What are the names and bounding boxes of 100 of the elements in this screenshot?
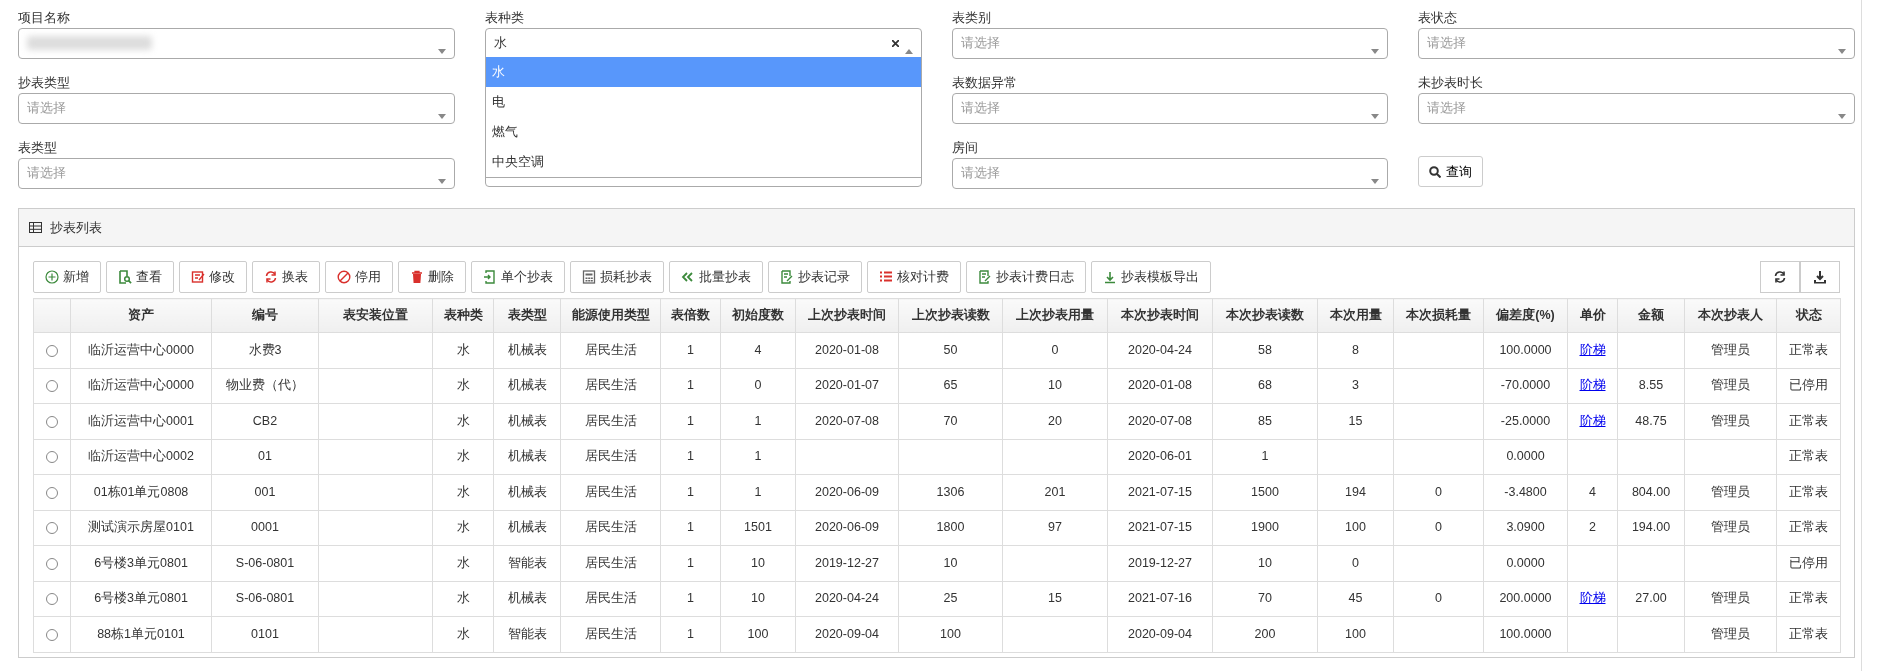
table-cell: -3.4800 — [1483, 474, 1568, 510]
radio-button[interactable] — [46, 486, 58, 499]
refresh-icon — [264, 270, 278, 284]
table-cell: 100 — [720, 616, 796, 652]
column-header: 资产 — [70, 298, 212, 333]
radio-button[interactable] — [46, 593, 58, 606]
table-cell: 1 — [660, 616, 721, 652]
toolbar-button[interactable]: 抄表计费日志 — [966, 261, 1086, 293]
dropdown-option[interactable]: 电 — [485, 87, 921, 117]
refresh-button[interactable] — [1760, 261, 1800, 293]
column-header: 上次抄表用量 — [1002, 298, 1108, 333]
table-cell: 2020-09-04 — [1107, 616, 1213, 652]
toolbar-button[interactable]: 换表 — [252, 261, 320, 293]
table-cell: 25 — [898, 581, 1003, 617]
radio-button[interactable] — [46, 522, 58, 535]
table-cell: 8 — [1317, 332, 1394, 368]
table-cell: 100.0000 — [1483, 616, 1568, 652]
table-cell: 0 — [1393, 474, 1484, 510]
table-cell: 100 — [898, 616, 1003, 652]
table-cell: 15 — [1317, 403, 1394, 439]
table-cell: 正常表 — [1776, 403, 1841, 439]
table-cell: 194 — [1317, 474, 1394, 510]
table-cell: 1306 — [898, 474, 1003, 510]
table-cell: 50 — [898, 332, 1003, 368]
table-cell: 1500 — [1212, 474, 1318, 510]
radio-button[interactable] — [46, 415, 58, 428]
field-label: 房间 — [951, 139, 978, 157]
table-cell: 804.00 — [1617, 474, 1685, 510]
toolbar-button[interactable]: 新增 — [33, 261, 101, 293]
table-cell: 机械表 — [493, 581, 561, 617]
download-icon — [1103, 270, 1117, 284]
table-cell: 2020-07-08 — [1107, 403, 1213, 439]
table-cell: 水 — [432, 332, 494, 368]
table-cell: 200.0000 — [1483, 581, 1568, 617]
table-cell: 机械表 — [493, 332, 561, 368]
note-edit-icon — [780, 270, 794, 284]
table-cell: 45 — [1317, 581, 1394, 617]
select-value: 水 — [493, 34, 507, 53]
table-cell: 27.00 — [1617, 581, 1685, 617]
double-arrow-icon — [681, 270, 695, 284]
download-button[interactable] — [1800, 261, 1840, 293]
table-cell: 水 — [432, 368, 494, 404]
dropdown-option[interactable]: 中央空调 — [485, 147, 921, 177]
table-cell: 智能表 — [493, 616, 561, 652]
radio-button[interactable] — [46, 628, 58, 641]
table-cell: 已停用 — [1776, 368, 1841, 404]
list-icon — [879, 270, 893, 284]
table-cell: 水 — [432, 545, 494, 581]
table-cell: 2020-01-08 — [795, 332, 899, 368]
table-cell: 临沂运营中心0001 — [70, 403, 212, 439]
refresh-icon — [1773, 270, 1787, 284]
table-cell: 临沂运营中心0000 — [70, 332, 212, 368]
toolbar-button[interactable]: 批量抄表 — [669, 261, 763, 293]
table-cell: 194.00 — [1617, 510, 1685, 546]
toolbar-button[interactable]: 修改 — [179, 261, 247, 293]
table-cell: 65 — [898, 368, 1003, 404]
table-cell: 管理员 — [1684, 474, 1777, 510]
field-label: 表状态 — [1418, 9, 1458, 27]
select-field[interactable] — [18, 27, 455, 59]
table-cell: 机械表 — [493, 474, 561, 510]
toolbar-button[interactable]: 损耗抄表 — [570, 261, 664, 293]
table-cell: 6号楼3单元0801 — [70, 545, 212, 581]
radio-button[interactable] — [46, 451, 58, 464]
column-header: 本次抄表读数 — [1212, 298, 1318, 333]
table-cell: 10 — [1212, 545, 1318, 581]
table-cell: 正常表 — [1776, 510, 1841, 546]
search-button[interactable]: 查询 — [1418, 156, 1484, 187]
note-edit-icon — [978, 270, 992, 284]
table-cell: 2020-04-24 — [795, 581, 899, 617]
toolbar-button[interactable]: 单个抄表 — [471, 261, 565, 293]
table-cell: 0101 — [211, 616, 319, 652]
table-cell: S-06-0801 — [211, 545, 319, 581]
toolbar-button[interactable]: 查看 — [106, 261, 174, 293]
column-header: 上次抄表时间 — [795, 298, 899, 333]
dropdown-option[interactable]: 燃气 — [485, 117, 921, 147]
table-cell: 10 — [898, 545, 1003, 581]
toolbar-button[interactable]: 抄表记录 — [768, 261, 862, 293]
select-field[interactable]: 水 — [484, 27, 922, 59]
table-cell: 水费3 — [211, 332, 319, 368]
table-cell: 01栋01单元0808 — [70, 474, 212, 510]
table-cell: 已停用 — [1776, 545, 1841, 581]
table-cell: 智能表 — [493, 545, 561, 581]
radio-button[interactable] — [46, 557, 58, 570]
toolbar-button[interactable]: 停用 — [325, 261, 393, 293]
radio-button[interactable] — [46, 344, 58, 357]
table-cell: 0001 — [211, 510, 319, 546]
table-cell: 水 — [432, 474, 494, 510]
toolbar-button[interactable]: 抄表模板导出 — [1091, 261, 1211, 293]
table-cell: 居民生活 — [560, 368, 661, 404]
select-placeholder: 请选择 — [27, 164, 66, 183]
table-cell: 1 — [660, 510, 721, 546]
select-placeholder: 请选择 — [27, 99, 66, 118]
radio-button[interactable] — [46, 380, 58, 393]
table-cell: 001 — [211, 474, 319, 510]
toolbar-button[interactable]: 核对计费 — [867, 261, 961, 293]
table-cell: 2020-06-01 — [1107, 439, 1213, 475]
toolbar-button[interactable]: 删除 — [398, 261, 466, 293]
table-cell: 58 — [1212, 332, 1318, 368]
table-cell: 机械表 — [493, 510, 561, 546]
table-cell: 临沂运营中心0000 — [70, 368, 212, 404]
